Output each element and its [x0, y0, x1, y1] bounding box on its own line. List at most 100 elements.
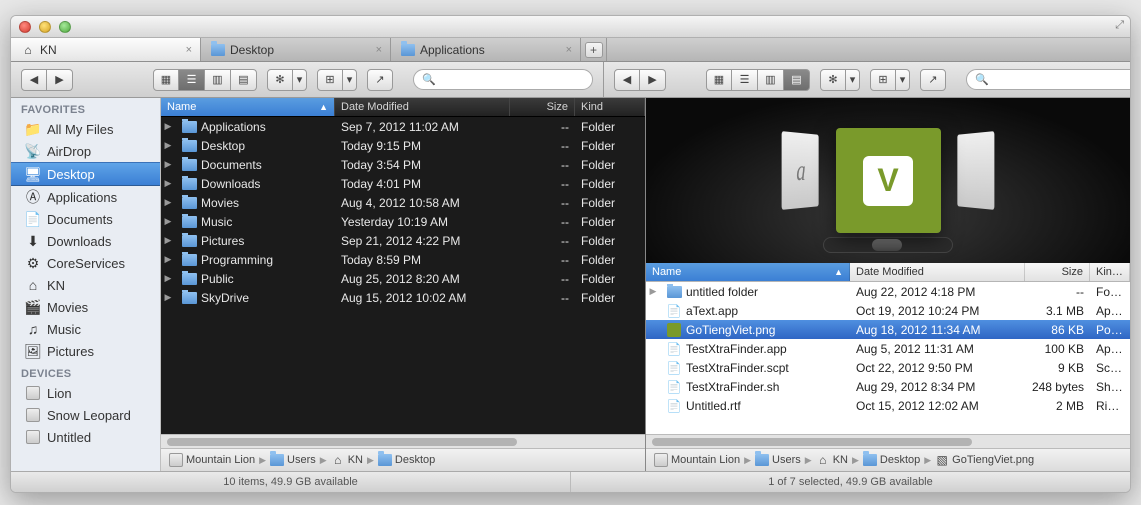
- search-input[interactable]: 🔍: [966, 69, 1131, 90]
- sidebar-item-airdrop[interactable]: 📡AirDrop: [11, 140, 160, 162]
- sidebar-item-downloads[interactable]: ⬇Downloads: [11, 230, 160, 252]
- list-item[interactable]: ▶DownloadsToday 4:01 PM--Folder: [161, 174, 645, 193]
- file-list-right[interactable]: ▶untitled folderAug 22, 2012 4:18 PM--Fo…: [646, 282, 1130, 434]
- coverflow-view-button[interactable]: ▤: [231, 69, 257, 91]
- icon-view-button[interactable]: ▦: [153, 69, 179, 91]
- path-item[interactable]: Mountain Lion: [169, 453, 255, 467]
- expand-arrow-icon[interactable]: ▶: [161, 254, 175, 265]
- sidebar-item-music[interactable]: ♫Music: [11, 318, 160, 340]
- share-button[interactable]: ↗: [920, 69, 946, 91]
- expand-arrow-icon[interactable]: ▶: [161, 273, 175, 284]
- arrange-menu[interactable]: ⊞ ▾: [317, 69, 357, 91]
- back-button[interactable]: ◀: [614, 69, 640, 91]
- coverflow-center-item[interactable]: V: [836, 128, 941, 233]
- slider-knob[interactable]: [872, 239, 902, 251]
- coverflow-slider[interactable]: [823, 237, 953, 253]
- sidebar-item-documents[interactable]: 📄Documents: [11, 208, 160, 230]
- col-size[interactable]: Size: [510, 98, 575, 116]
- expand-arrow-icon[interactable]: ▶: [161, 292, 175, 303]
- scrollbar-thumb[interactable]: [652, 438, 972, 446]
- sidebar-item-all-my-files[interactable]: 📁All My Files: [11, 118, 160, 140]
- col-kind[interactable]: Kind: [575, 98, 645, 116]
- expand-arrow-icon[interactable]: ▶: [161, 159, 175, 170]
- list-item[interactable]: 📄Untitled.rtfOct 15, 2012 12:02 AM2 MBRi…: [646, 396, 1130, 415]
- expand-arrow-icon[interactable]: ▶: [161, 216, 175, 227]
- tab-desktop[interactable]: Desktop ×: [201, 38, 391, 61]
- column-view-button[interactable]: ▥: [758, 69, 784, 91]
- list-item[interactable]: 📄TestXtraFinder.scptOct 22, 2012 9:50 PM…: [646, 358, 1130, 377]
- list-item[interactable]: ▶MoviesAug 4, 2012 10:58 AM--Folder: [161, 193, 645, 212]
- col-name[interactable]: Name▲: [161, 98, 335, 116]
- list-item[interactable]: ▶SkyDriveAug 15, 2012 10:02 AM--Folder: [161, 288, 645, 307]
- expand-arrow-icon[interactable]: ▶: [161, 197, 175, 208]
- close-icon[interactable]: ×: [376, 44, 382, 56]
- close-icon[interactable]: ×: [566, 44, 572, 56]
- forward-button[interactable]: ▶: [47, 69, 73, 91]
- expand-arrow-icon[interactable]: ▶: [161, 235, 175, 246]
- col-date[interactable]: Date Modified: [850, 263, 1025, 281]
- list-item[interactable]: ▶PicturesSep 21, 2012 4:22 PM--Folder: [161, 231, 645, 250]
- path-item[interactable]: ⌂KN: [331, 453, 363, 467]
- list-item[interactable]: 📄aText.appOct 19, 2012 10:24 PM3.1 MBAp…: [646, 301, 1130, 320]
- sidebar-item-pictures[interactable]: 🖼Pictures: [11, 340, 160, 362]
- coverflow-view-button[interactable]: ▤: [784, 69, 810, 91]
- scrollbar-thumb[interactable]: [167, 438, 517, 446]
- scrollbar[interactable]: [646, 434, 1130, 448]
- column-view-button[interactable]: ▥: [205, 69, 231, 91]
- list-item[interactable]: ▶ApplicationsSep 7, 2012 11:02 AM--Folde…: [161, 117, 645, 136]
- col-name[interactable]: Name▲: [646, 263, 850, 281]
- forward-button[interactable]: ▶: [640, 69, 666, 91]
- list-view-button[interactable]: ☰: [179, 69, 205, 91]
- path-item[interactable]: ⌂KN: [816, 453, 848, 467]
- coverflow-prev-item[interactable]: a: [782, 131, 819, 210]
- list-item[interactable]: ▶untitled folderAug 22, 2012 4:18 PM--Fo…: [646, 282, 1130, 301]
- expand-arrow-icon[interactable]: ▶: [646, 286, 660, 297]
- arrange-menu[interactable]: ⊞ ▾: [870, 69, 910, 91]
- file-list-left[interactable]: ▶ApplicationsSep 7, 2012 11:02 AM--Folde…: [161, 117, 645, 434]
- scrollbar[interactable]: [161, 434, 645, 448]
- expand-arrow-icon[interactable]: ▶: [161, 121, 175, 132]
- search-input[interactable]: 🔍: [413, 69, 593, 90]
- list-item[interactable]: ▶MusicYesterday 10:19 AM--Folder: [161, 212, 645, 231]
- path-item[interactable]: Desktop: [863, 453, 920, 467]
- sidebar-item-movies[interactable]: 🎬Movies: [11, 296, 160, 318]
- back-button[interactable]: ◀: [21, 69, 47, 91]
- list-view-button[interactable]: ☰: [732, 69, 758, 91]
- sidebar-item-desktop[interactable]: 🖥Desktop: [11, 162, 160, 186]
- minimize-button[interactable]: [39, 21, 51, 33]
- path-item[interactable]: Desktop: [378, 453, 435, 467]
- expand-arrow-icon[interactable]: ▶: [161, 178, 175, 189]
- sidebar-item-coreservices[interactable]: ⚙CoreServices: [11, 252, 160, 274]
- path-item[interactable]: Users: [270, 453, 316, 467]
- list-item[interactable]: ▶DocumentsToday 3:54 PM--Folder: [161, 155, 645, 174]
- path-item[interactable]: Mountain Lion: [654, 453, 740, 467]
- list-item[interactable]: ▶ProgrammingToday 8:59 PM--Folder: [161, 250, 645, 269]
- list-item[interactable]: ▶DesktopToday 9:15 PM--Folder: [161, 136, 645, 155]
- list-item[interactable]: GoTiengViet.pngAug 18, 2012 11:34 AM86 K…: [646, 320, 1130, 339]
- action-menu[interactable]: ✻ ▾: [820, 69, 860, 91]
- action-menu[interactable]: ✻ ▾: [267, 69, 307, 91]
- col-kind[interactable]: Kin…: [1090, 263, 1130, 281]
- share-button[interactable]: ↗: [367, 69, 393, 91]
- sidebar-item-applications[interactable]: ⒶApplications: [11, 186, 160, 208]
- close-icon[interactable]: ×: [186, 44, 192, 56]
- sidebar-device-untitled[interactable]: Untitled: [11, 426, 160, 448]
- path-item[interactable]: ▧GoTiengViet.png: [935, 453, 1034, 467]
- sidebar-item-kn[interactable]: ⌂KN: [11, 274, 160, 296]
- coverflow-next-item[interactable]: [957, 131, 994, 210]
- sidebar-device-snow-leopard[interactable]: Snow Leopard: [11, 404, 160, 426]
- list-item[interactable]: 📄TestXtraFinder.appAug 5, 2012 11:31 AM1…: [646, 339, 1130, 358]
- new-tab[interactable]: +: [581, 38, 607, 61]
- zoom-button[interactable]: [59, 21, 71, 33]
- path-item[interactable]: Users: [755, 453, 801, 467]
- expand-arrow-icon[interactable]: ▶: [161, 140, 175, 151]
- tab-applications[interactable]: Applications ×: [391, 38, 581, 61]
- tab-kn[interactable]: ⌂ KN ×: [11, 38, 201, 61]
- list-item[interactable]: 📄TestXtraFinder.shAug 29, 2012 8:34 PM24…: [646, 377, 1130, 396]
- sidebar-device-lion[interactable]: Lion: [11, 382, 160, 404]
- coverflow[interactable]: a V GoTiengViet.png: [646, 98, 1130, 263]
- icon-view-button[interactable]: ▦: [706, 69, 732, 91]
- col-date[interactable]: Date Modified: [335, 98, 510, 116]
- close-button[interactable]: [19, 21, 31, 33]
- list-item[interactable]: ▶PublicAug 25, 2012 8:20 AM--Folder: [161, 269, 645, 288]
